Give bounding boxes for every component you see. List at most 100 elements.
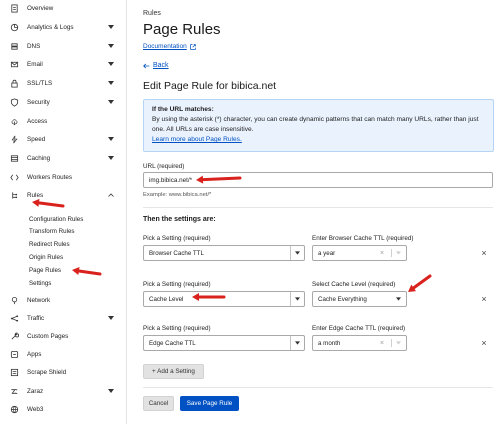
rules-icon (9, 190, 19, 200)
sidebar-item-label: Zaraz (27, 387, 44, 395)
main-content: Rules Page Rules Documentation Back Edit… (127, 0, 500, 424)
sidebar-item-label: Web3 (27, 405, 44, 413)
setting-picker-value: Browser Cache TTL (149, 249, 204, 257)
remove-setting-button[interactable]: × (479, 294, 489, 304)
url-input[interactable]: img.bibica.net/* (143, 172, 493, 188)
breadcrumb[interactable]: Rules (143, 10, 161, 17)
info-heading: If the URL matches: (152, 106, 214, 113)
sidebar-item-label: SSL/TLS (27, 79, 53, 87)
document-icon (9, 3, 19, 13)
sidebar-item-label: Security (27, 98, 50, 106)
sidebar-item-scrape-shield[interactable]: Scrape Shield (0, 364, 127, 380)
sidebar-item-speed[interactable]: Speed (0, 131, 127, 147)
sidebar-item-label: Analytics & Logs (27, 23, 74, 31)
chevron-down-icon[interactable] (108, 388, 114, 394)
sidebar-item-security[interactable]: Security (0, 94, 127, 110)
documentation-link-label[interactable]: Documentation (143, 43, 187, 50)
sidebar-item-caching[interactable]: Caching (0, 150, 127, 166)
remove-setting-button[interactable]: × (479, 338, 489, 348)
edit-rule-title: Edit Page Rule for bibica.net (143, 80, 277, 92)
sidebar-item-ssl-tls[interactable]: SSL/TLS (0, 75, 127, 91)
chevron-down-icon[interactable] (108, 80, 114, 86)
setting-picker-label: Pick a Setting (required) (143, 325, 211, 332)
setting-picker-select[interactable]: Edge Cache TTL (143, 335, 305, 351)
divider (143, 207, 493, 208)
url-label: URL (required) (143, 163, 185, 170)
sidebar-subitem-redirect-rules[interactable]: Redirect Rules (29, 240, 70, 250)
sidebar-item-traffic[interactable]: Traffic (0, 310, 127, 326)
back-link[interactable]: Back (143, 62, 169, 69)
web3-icon (9, 404, 19, 414)
sidebar-subitem-origin-rules[interactable]: Origin Rules (29, 253, 63, 263)
setting-value-select[interactable]: a month × (312, 335, 407, 351)
documentation-link[interactable]: Documentation (143, 43, 196, 50)
setting-value: a month (318, 339, 341, 347)
sidebar-item-overview[interactable]: Overview (0, 0, 127, 16)
chevron-down-icon[interactable] (108, 61, 114, 67)
shield-icon (9, 97, 19, 107)
add-setting-button[interactable]: + Add a Setting (143, 364, 204, 379)
sidebar-item-label: Scrape Shield (27, 368, 67, 376)
chevron-down-icon[interactable] (108, 315, 114, 321)
sidebar-item-access[interactable]: Access (0, 113, 127, 129)
sidebar-item-dns[interactable]: DNS (0, 38, 127, 54)
sidebar-item-label: Rules (27, 191, 44, 199)
remove-setting-button[interactable]: × (479, 248, 489, 258)
chevron-down-icon[interactable] (394, 292, 402, 306)
caching-icon (9, 153, 19, 163)
sidebar-item-workers-routes[interactable]: Workers Routes (0, 169, 127, 185)
sidebar-item-label: Workers Routes (27, 173, 73, 181)
chevron-down-icon[interactable] (108, 24, 114, 30)
chevron-up-icon[interactable] (108, 192, 114, 198)
chevron-down-icon[interactable] (290, 246, 304, 260)
chevron-down-icon[interactable] (394, 336, 402, 350)
settings-title: Then the settings are: (143, 216, 216, 223)
cancel-button[interactable]: Cancel (143, 396, 174, 411)
sidebar-item-custom-pages[interactable]: Custom Pages (0, 328, 127, 344)
chevron-down-icon[interactable] (108, 43, 114, 49)
setting-picker-label: Pick a Setting (required) (143, 235, 211, 242)
wrench-icon (9, 331, 19, 341)
sidebar-item-email[interactable]: Email (0, 56, 127, 72)
sidebar-item-analytics-logs[interactable]: Analytics & Logs (0, 19, 127, 35)
sidebar-subitem-settings[interactable]: Settings (29, 279, 51, 289)
learn-more-link[interactable]: Learn more about Page Rules. (152, 135, 485, 145)
divider (143, 387, 493, 388)
chevron-down-icon[interactable] (108, 99, 114, 105)
chevron-down-icon[interactable] (394, 246, 402, 260)
sidebar-item-label: Access (27, 117, 48, 125)
sidebar-item-zaraz[interactable]: Zaraz (0, 383, 127, 399)
setting-picker-select[interactable]: Browser Cache TTL (143, 245, 305, 261)
info-text: By using the asterisk (*) character, you… (152, 116, 479, 133)
setting-value: Cache Everything (318, 295, 367, 303)
dns-icon (9, 41, 19, 51)
sidebar-item-web3[interactable]: Web3 (0, 401, 127, 417)
setting-value-select[interactable]: Cache Everything (312, 291, 407, 307)
sidebar-item-apps[interactable]: Apps (0, 346, 127, 362)
setting-value-label: Enter Edge Cache TTL (required) (312, 325, 406, 332)
clear-icon[interactable]: × (378, 246, 386, 260)
clear-icon[interactable]: × (378, 336, 386, 350)
sidebar-subitem-transform-rules[interactable]: Transform Rules (29, 227, 75, 237)
sidebar: Overview Analytics & Logs DNS Email SSL/TLS S… (0, 0, 127, 424)
chevron-down-icon[interactable] (290, 336, 304, 350)
sidebar-item-rules[interactable]: Rules (0, 187, 127, 203)
access-icon (9, 116, 19, 126)
chevron-down-icon[interactable] (108, 155, 114, 161)
sidebar-item-label: Apps (27, 350, 42, 358)
sidebar-item-network[interactable]: Network (0, 292, 127, 308)
sidebar-subitem-page-rules[interactable]: Page Rules (29, 266, 61, 276)
sidebar-item-label: Caching (27, 154, 51, 162)
save-page-rule-button[interactable]: Save Page Rule (180, 396, 239, 411)
analytics-icon (9, 22, 19, 32)
network-icon (9, 295, 19, 305)
setting-value-select[interactable]: a year × (312, 245, 407, 261)
chevron-down-icon[interactable] (290, 292, 304, 306)
setting-picker-select[interactable]: Cache Level (143, 291, 305, 307)
sidebar-item-label: Custom Pages (27, 332, 69, 340)
divider (391, 339, 392, 347)
sidebar-item-label: Network (27, 296, 51, 304)
back-link-label[interactable]: Back (153, 62, 169, 69)
chevron-down-icon[interactable] (108, 136, 114, 142)
sidebar-subitem-configuration-rules[interactable]: Configuration Rules (29, 215, 83, 225)
